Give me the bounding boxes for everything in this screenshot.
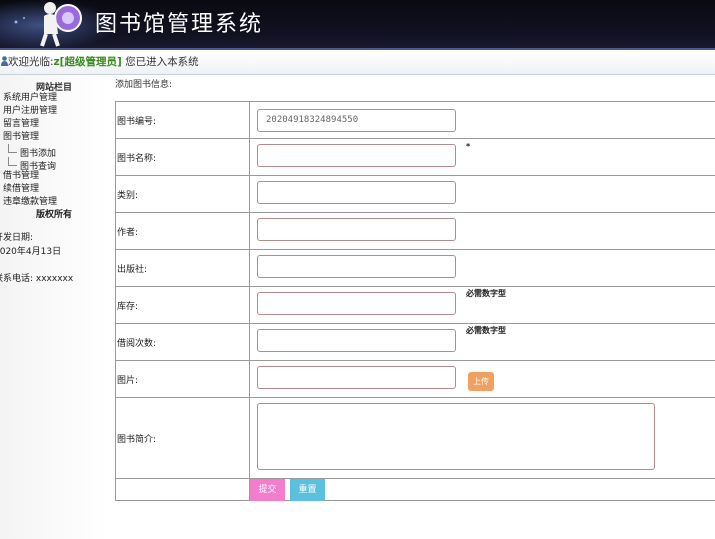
sidebar-item-book-add[interactable]: 图书添加 (0, 144, 108, 159)
book-name-input[interactable] (257, 144, 456, 167)
form-actions-row: 提交 重置 (115, 478, 715, 501)
welcome-bar: 欢迎光临:z[超级管理员] 您已进入本系统 (0, 52, 715, 75)
sidebar-header: 网站栏目 (35, 83, 72, 93)
form-title: 添加图书信息: (115, 80, 173, 90)
sidebar: 网站栏目 系统用户管理 用户注册管理 留言管理 图书管理 图书添加 图书查询 借… (0, 75, 109, 539)
reset-button[interactable]: 重置 (290, 479, 325, 501)
sidebar-item-label: 用户注册管理 (3, 106, 58, 116)
sidebar-menu: 系统用户管理 用户注册管理 留言管理 图书管理 图书添加 图书查询 借书管理 续… (0, 92, 108, 209)
publisher-input[interactable] (257, 255, 456, 278)
tree-branch-icon (8, 157, 17, 166)
numeric-hint: 必需数字型 (466, 289, 506, 298)
form-row: 借阅次数: 必需数字型 (115, 323, 715, 361)
app-title: 图书馆管理系统 (95, 12, 264, 37)
author-input[interactable] (257, 218, 456, 241)
submit-button[interactable]: 提交 (250, 479, 285, 501)
form-row: 出版社: (115, 249, 715, 287)
current-user: z[超级管理员] (53, 56, 122, 68)
user-icon (1, 56, 8, 66)
stock-input[interactable] (257, 292, 456, 315)
form-row: 类别: (115, 175, 715, 213)
sidebar-item-label: 留言管理 (3, 119, 40, 129)
form-row: 图书名称: * (115, 138, 715, 176)
dev-date-label: 开发日期: (0, 233, 34, 243)
sidebar-item-system-users[interactable]: 系统用户管理 (0, 92, 108, 105)
field-label: 图书编号: (115, 101, 250, 139)
sidebar-item-renew-management[interactable]: 续借管理 (0, 183, 108, 196)
contact-phone: 联系电话: xxxxxxx (0, 274, 74, 284)
field-label: 图书简介: (115, 397, 250, 479)
image-path-input[interactable] (257, 366, 456, 389)
sidebar-item-messages[interactable]: 留言管理 (0, 118, 108, 131)
field-label: 借阅次数: (115, 323, 250, 361)
field-label: 出版社: (115, 249, 250, 287)
book-intro-textarea[interactable] (257, 403, 655, 470)
field-label: 图片: (115, 360, 250, 398)
app-header: 图书馆管理系统 (0, 0, 715, 50)
tree-branch-icon (8, 144, 17, 153)
book-no-input[interactable]: 20204918324894550 (257, 108, 456, 132)
sidebar-item-label: 借书管理 (3, 171, 40, 181)
copyright: 版权所有 (35, 210, 72, 220)
form-row: 图书简介: (115, 397, 715, 479)
field-label: 作者: (115, 212, 250, 250)
welcome-suffix: 您已进入本系统 (121, 56, 199, 68)
borrow-count-input[interactable] (257, 329, 456, 352)
sidebar-item-label: 续借管理 (3, 184, 40, 194)
sidebar-item-user-registration[interactable]: 用户注册管理 (0, 105, 108, 118)
field-label: 类别: (115, 175, 250, 213)
add-book-form: 图书编号: 20204918324894550 图书名称: * 类别: 作者: … (115, 101, 715, 501)
welcome-prefix: 欢迎光临: (8, 56, 54, 68)
sidebar-item-label: 违章缴款管理 (3, 197, 58, 207)
form-row: 作者: (115, 212, 715, 250)
category-input[interactable] (257, 181, 456, 204)
numeric-hint: 必需数字型 (466, 326, 506, 335)
dev-date: 2020年4月13日 (0, 247, 62, 257)
main-content: 添加图书信息: 图书编号: 20204918324894550 图书名称: * … (108, 75, 715, 539)
library-logo-icon (14, 2, 82, 47)
form-row: 库存: 必需数字型 (115, 286, 715, 324)
sidebar-item-book-query[interactable]: 图书查询 (0, 157, 108, 172)
field-label: 图书名称: (115, 138, 250, 176)
form-row: 图书编号: 20204918324894550 (115, 101, 715, 139)
sidebar-item-fine-management[interactable]: 违章缴款管理 (0, 196, 108, 209)
sidebar-item-label: 图书管理 (3, 132, 40, 142)
required-mark: * (466, 142, 471, 151)
sidebar-item-book-management[interactable]: 图书管理 (0, 131, 108, 144)
field-label: 库存: (115, 286, 250, 324)
form-row: 图片: 上传 (115, 360, 715, 398)
sidebar-item-label: 系统用户管理 (3, 93, 58, 103)
upload-button[interactable]: 上传 (468, 372, 494, 391)
